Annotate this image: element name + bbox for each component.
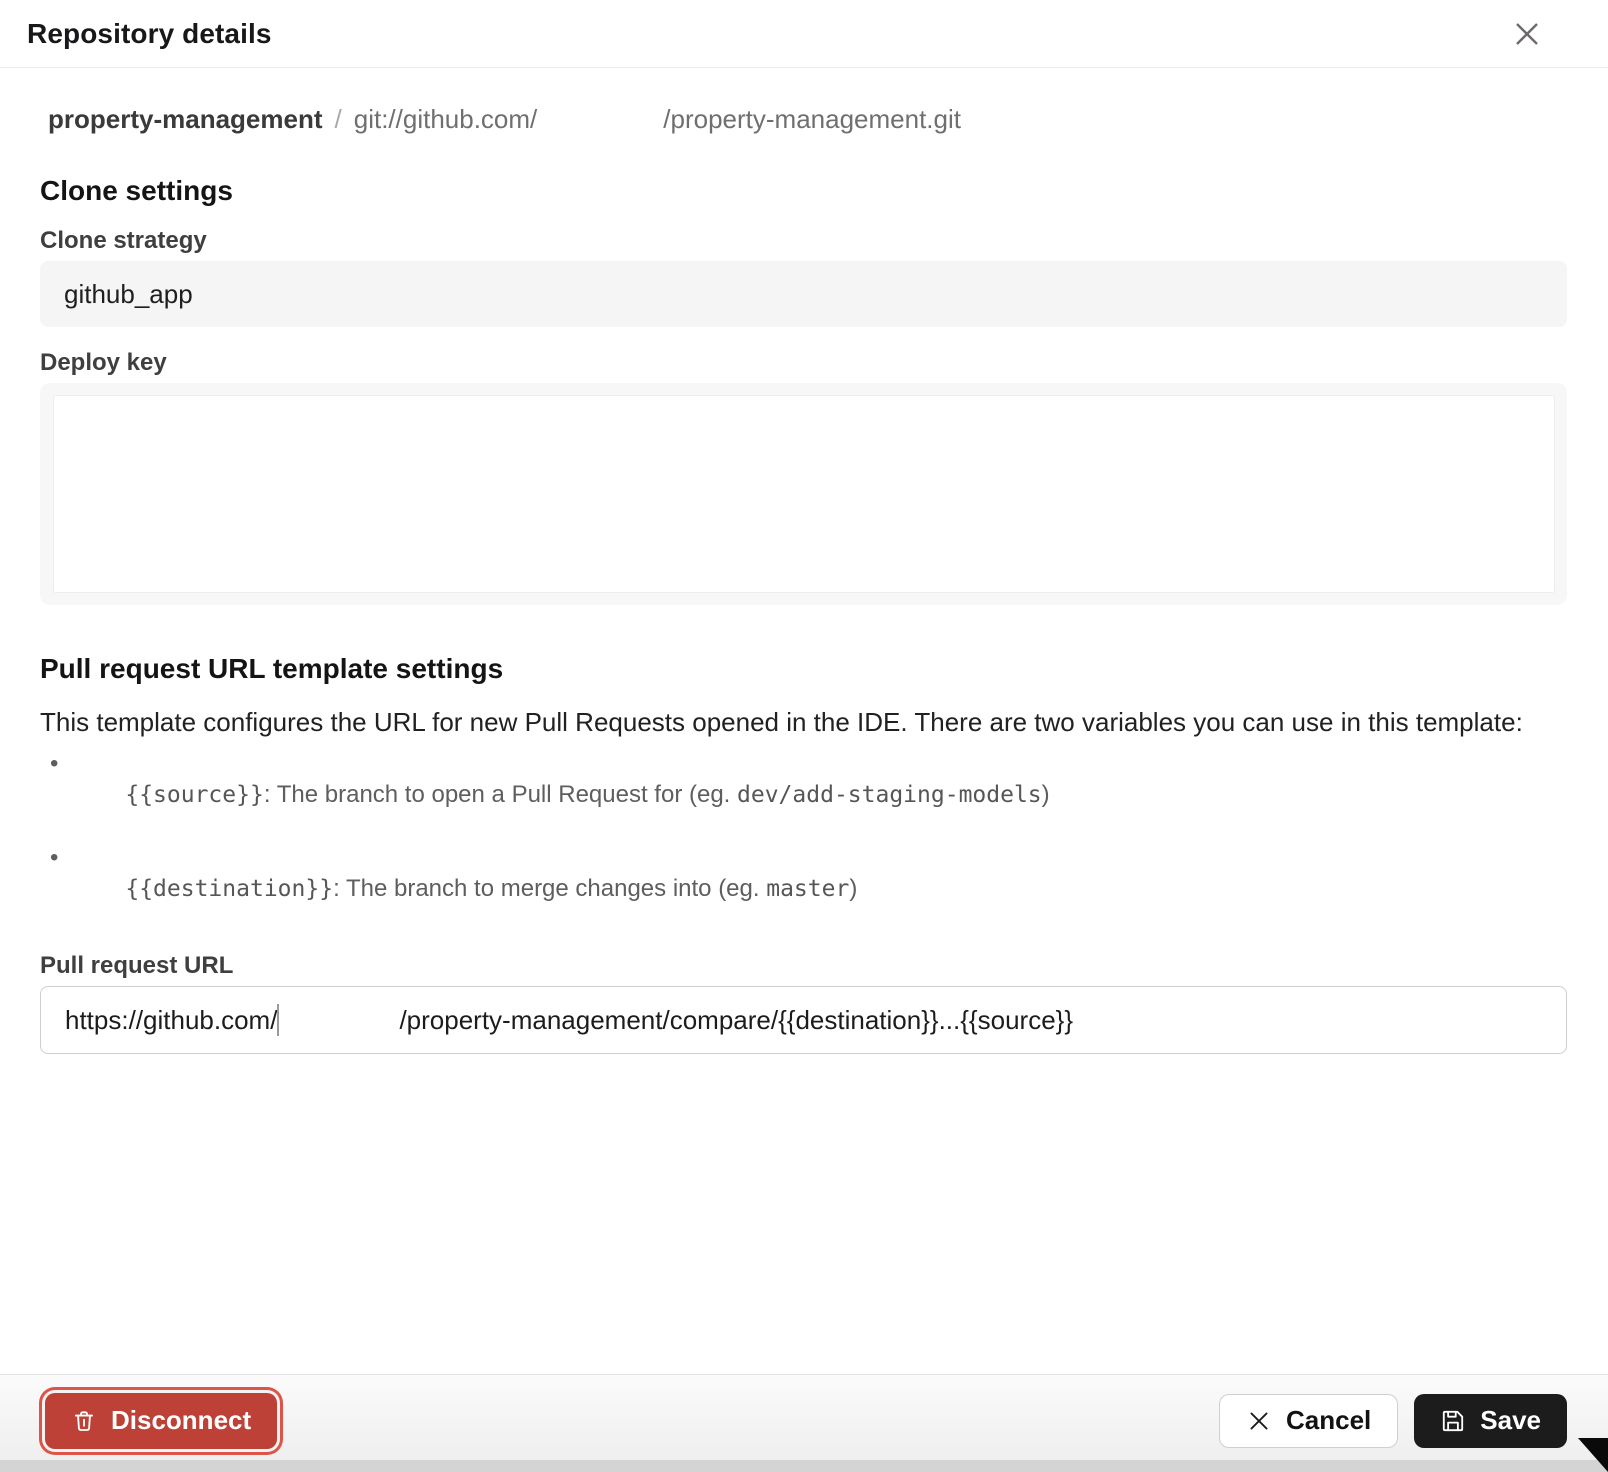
variable-source-suffix: ) xyxy=(1042,781,1050,808)
deploy-key-frame xyxy=(40,383,1567,605)
floppy-disk-icon xyxy=(1440,1408,1466,1434)
variable-destination-text: : The branch to merge changes into (eg. xyxy=(333,875,766,902)
cancel-button[interactable]: Cancel xyxy=(1219,1394,1398,1448)
close-button[interactable] xyxy=(1510,17,1544,51)
mouse-cursor xyxy=(1578,1438,1608,1472)
variable-source-text: : The branch to open a Pull Request for … xyxy=(264,781,737,808)
clone-strategy-field: github_app xyxy=(40,261,1567,327)
breadcrumb-git-url-suffix: /property-management.git xyxy=(663,104,961,135)
breadcrumb: property-management / git://github.com/ … xyxy=(40,104,1567,135)
variable-source-example: dev/add-staging-models xyxy=(737,782,1042,808)
pr-url-redacted-gap xyxy=(279,1020,399,1021)
breadcrumb-separator: / xyxy=(323,104,354,135)
modal-body: property-management / git://github.com/ … xyxy=(0,104,1608,1054)
pr-url-value-prefix: https://github.com/ xyxy=(65,1005,277,1036)
x-icon xyxy=(1246,1408,1272,1434)
trash-icon xyxy=(71,1408,97,1434)
save-label: Save xyxy=(1480,1405,1541,1436)
pr-template-heading: Pull request URL template settings xyxy=(40,653,1567,685)
deploy-key-label: Deploy key xyxy=(40,349,1567,377)
save-button[interactable]: Save xyxy=(1414,1394,1567,1448)
breadcrumb-repo-name: property-management xyxy=(48,104,323,135)
pr-template-description: This template configures the URL for new… xyxy=(40,707,1567,738)
page-bottom-edge xyxy=(0,1460,1608,1472)
variable-source-code: {{source}} xyxy=(125,782,263,808)
cancel-label: Cancel xyxy=(1286,1405,1371,1436)
breadcrumb-git-url-prefix: git://github.com/ xyxy=(354,104,538,135)
clone-strategy-label: Clone strategy xyxy=(40,227,1567,255)
list-item: • {{source}}: The branch to open a Pull … xyxy=(40,748,1567,842)
pr-variables-list: • {{source}}: The branch to open a Pull … xyxy=(40,748,1567,936)
variable-destination-suffix: ) xyxy=(849,875,857,902)
variable-destination-example: master xyxy=(766,876,849,902)
pr-url-input[interactable]: https://github.com/ /property-management… xyxy=(40,986,1567,1054)
clone-strategy-value: github_app xyxy=(64,279,193,310)
bullet-marker: • xyxy=(40,842,72,873)
variable-destination-code: {{destination}} xyxy=(125,876,333,902)
modal-footer: Disconnect Cancel Save xyxy=(0,1374,1608,1460)
close-icon xyxy=(1512,19,1542,49)
clone-settings-heading: Clone settings xyxy=(40,175,1567,207)
deploy-key-textarea[interactable] xyxy=(53,395,1555,593)
pr-url-value-suffix: /property-management/compare/{{destinati… xyxy=(399,1005,1073,1036)
page-title: Repository details xyxy=(27,18,272,50)
disconnect-button[interactable]: Disconnect xyxy=(45,1393,277,1449)
disconnect-label: Disconnect xyxy=(111,1405,251,1436)
list-item: • {{destination}}: The branch to merge c… xyxy=(40,842,1567,936)
bullet-marker: • xyxy=(40,748,72,779)
modal-header: Repository details xyxy=(0,0,1608,68)
pr-url-label: Pull request URL xyxy=(40,952,1567,980)
